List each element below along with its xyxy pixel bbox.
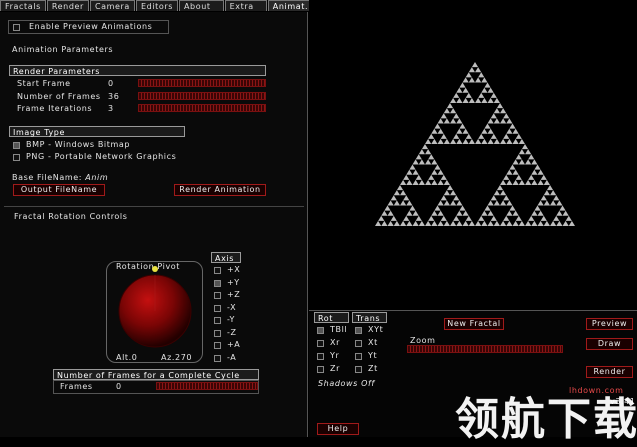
trans-item-label: Xt — [368, 338, 378, 347]
png-label: PNG - Portable Network Graphics — [26, 152, 177, 161]
rotation-controls-label: Fractal Rotation Controls — [14, 212, 128, 221]
axis-item-checkbox[interactable] — [214, 354, 221, 362]
rot-item-checkbox[interactable] — [317, 353, 324, 360]
render-animation-button[interactable]: Render Animation — [174, 184, 266, 196]
axis-item-label: +A — [227, 340, 241, 349]
trans-item-label: Yt — [368, 351, 378, 360]
rot-item-label: Xr — [330, 338, 340, 347]
trans-header: Trans — [352, 312, 387, 323]
axis-item-label: +Z — [227, 290, 241, 299]
axis-item-label: -A — [227, 352, 237, 362]
rot-item-label: TBll — [330, 325, 348, 334]
start-frame-slider[interactable] — [138, 79, 266, 87]
rot-item-checkbox[interactable] — [317, 327, 324, 334]
sierpinski-fractal-image — [375, 62, 575, 226]
trans-item-checkbox[interactable] — [355, 366, 362, 373]
preview-anim-checkbox[interactable] — [13, 24, 20, 31]
axis-item-checkbox[interactable] — [214, 317, 221, 324]
bmp-radio[interactable] — [13, 142, 20, 149]
preview-anim-label: Enable Preview Animations — [29, 22, 153, 31]
cycle-header: Number of Frames for a Complete Cycle — [53, 369, 259, 380]
bmp-label: BMP - Windows Bitmap — [26, 140, 131, 149]
tab-camera[interactable]: Camera — [89, 0, 135, 11]
section-divider — [4, 206, 304, 207]
cycle-frames-label: Frames — [60, 382, 93, 391]
axis-item-checkbox[interactable] — [214, 267, 221, 274]
shadows-label: Shadows Off — [318, 379, 375, 388]
axis-item-label: -X — [227, 302, 237, 312]
new-fractal-button[interactable]: New Fractal — [444, 318, 504, 330]
watermark-logo: 领航下载 — [455, 394, 637, 445]
base-filename-caption: Base FileName: — [12, 173, 83, 182]
start-frame-value: 0 — [108, 79, 114, 88]
rotation-pivot-sphere[interactable] — [116, 272, 194, 350]
tab-editors[interactable]: Editors — [135, 0, 178, 11]
anim-params-label: Animation Parameters — [12, 45, 114, 54]
axis-item-checkbox[interactable] — [214, 304, 221, 312]
help-button[interactable]: Help — [317, 423, 359, 435]
draw-button[interactable]: Draw — [586, 338, 633, 350]
axis-item-label: -Y — [227, 315, 236, 324]
rot-item-label: Zr — [330, 364, 340, 373]
axis-header: Axis — [211, 252, 241, 263]
axis-item-label: -Z — [227, 327, 237, 337]
tab-about[interactable]: About — [178, 0, 224, 11]
trans-item-checkbox[interactable] — [355, 327, 362, 334]
image-type-header: Image Type — [9, 126, 185, 137]
rot-item-checkbox[interactable] — [317, 366, 324, 373]
frame-iter-value: 3 — [108, 104, 114, 113]
render-button[interactable]: Render — [586, 366, 633, 378]
num-frames-value: 36 — [108, 92, 120, 101]
render-params-header: Render Parameters — [9, 65, 266, 76]
trans-item-label: XYt — [368, 325, 384, 334]
frame-iter-label: Frame Iterations — [17, 104, 93, 113]
rot-item-label: Yr — [330, 351, 340, 360]
axis-item-label: +Y — [227, 277, 240, 287]
zoom-slider[interactable] — [407, 345, 563, 353]
tab-render[interactable]: Render — [46, 0, 89, 11]
tab-fractals[interactable]: Fractals — [0, 0, 46, 11]
preview-button[interactable]: Preview — [586, 318, 633, 330]
start-frame-label: Start Frame — [17, 79, 71, 88]
png-radio[interactable] — [13, 154, 20, 161]
trans-item-label: Zt — [368, 364, 378, 373]
tab-extra[interactable]: Extra — [224, 0, 267, 11]
pivot-marker-icon[interactable] — [152, 266, 158, 272]
axis-item-checkbox[interactable] — [214, 342, 221, 349]
axis-item-label: +X — [227, 265, 241, 274]
cycle-frames-value: 0 — [116, 382, 122, 391]
trans-item-checkbox[interactable] — [355, 340, 362, 347]
rot-item-checkbox[interactable] — [317, 340, 324, 347]
pivot-az: Az.270 — [161, 353, 193, 362]
rotation-pivot-title: Rotation Pivot — [116, 262, 181, 271]
base-filename-value: Anim — [85, 173, 109, 182]
axis-item-checkbox[interactable] — [214, 292, 221, 299]
frame-iter-slider[interactable] — [138, 104, 266, 112]
base-filename-label: Base FileName: Anim — [12, 173, 108, 182]
num-frames-slider[interactable] — [138, 92, 266, 100]
cycle-frames-slider[interactable] — [156, 382, 258, 390]
trans-item-checkbox[interactable] — [355, 353, 362, 360]
output-filename-button[interactable]: Output FileName — [13, 184, 105, 196]
rot-header: Rot — [314, 312, 349, 323]
num-frames-label: Number of Frames — [17, 92, 101, 101]
axis-item-checkbox[interactable] — [214, 329, 221, 337]
tab-bar: Fractals Render Camera Editors About Ext… — [0, 0, 318, 12]
axis-item-checkbox[interactable] — [214, 279, 221, 287]
pivot-alt: Alt.0 — [116, 353, 138, 362]
zoom-label: Zoom — [410, 336, 436, 345]
